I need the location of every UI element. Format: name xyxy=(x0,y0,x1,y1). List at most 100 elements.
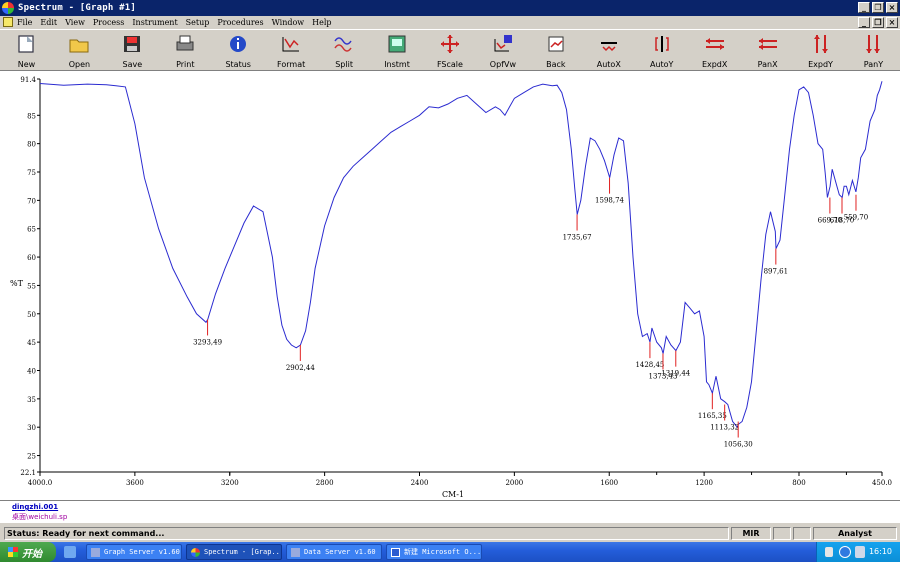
file-name-link[interactable]: dingzhi.001 xyxy=(12,503,58,511)
menu-help[interactable]: Help xyxy=(312,18,331,27)
pan-y-icon xyxy=(862,33,884,55)
y-tick-label: 22.1 xyxy=(20,469,36,477)
expand-x-icon xyxy=(704,33,726,55)
back-button[interactable]: Back xyxy=(529,30,582,70)
toolbar-label: PanY xyxy=(863,60,884,69)
x-tick-label: 450.0 xyxy=(872,479,892,487)
y-tick-label: 40 xyxy=(27,367,36,375)
y-tick-label: 65 xyxy=(27,226,36,234)
status-slot-1 xyxy=(773,527,791,540)
task-label: Spectrum - [Grap... xyxy=(204,548,282,556)
x-tick-label: 2800 xyxy=(316,479,334,487)
toolbar-label: OpfVw xyxy=(489,60,517,69)
y-tick-label: 45 xyxy=(27,339,36,347)
show-desktop-icon[interactable] xyxy=(64,546,76,558)
pany-button[interactable]: PanY xyxy=(847,30,900,70)
format-button[interactable]: Format xyxy=(265,30,318,70)
status-slot-2 xyxy=(793,527,811,540)
fscale-button[interactable]: FScale xyxy=(424,30,477,70)
print-button[interactable]: Print xyxy=(159,30,212,70)
peak-label: 1165,35 xyxy=(698,412,727,420)
y-tick-label: 60 xyxy=(27,254,36,262)
peak-label: 1113,32 xyxy=(710,424,739,432)
open-folder-icon xyxy=(68,33,90,55)
task-graph-server[interactable]: Graph Server v1.60 xyxy=(86,544,182,560)
x-axis-title: CM-1 xyxy=(442,490,464,499)
toolbar-label: Save xyxy=(122,60,143,69)
status-text: Status: Ready for next command... xyxy=(4,527,729,540)
peak-label: 1735,67 xyxy=(563,234,592,242)
help-icon[interactable] xyxy=(839,546,851,558)
y-tick-label: 30 xyxy=(27,424,36,432)
window-icon xyxy=(291,547,300,557)
task-spectrum[interactable]: Spectrum - [Grap... xyxy=(186,544,282,560)
x-tick-label: 2400 xyxy=(411,479,429,487)
menu-process[interactable]: Process xyxy=(93,18,124,27)
menu-setup[interactable]: Setup xyxy=(186,18,210,27)
y-tick-label: 25 xyxy=(27,453,36,461)
x-tick-label: 4000.0 xyxy=(28,479,53,487)
split-button[interactable]: Split xyxy=(318,30,371,70)
open-button[interactable]: Open xyxy=(53,30,106,70)
save-button[interactable]: Save xyxy=(106,30,159,70)
taskbar: 开始 Graph Server v1.60 Spectrum - [Grap..… xyxy=(0,542,900,562)
x-tick-label: 3600 xyxy=(126,479,144,487)
start-button[interactable]: 开始 xyxy=(0,542,56,562)
split-icon xyxy=(333,33,355,55)
menu-instrument[interactable]: Instrument xyxy=(132,18,177,27)
full-scale-icon xyxy=(439,33,461,55)
info-icon xyxy=(227,33,249,55)
doc-minimize-button[interactable]: _ xyxy=(858,17,870,28)
menu-file[interactable]: File xyxy=(17,18,32,27)
task-data-server[interactable]: Data Server v1.60 xyxy=(286,544,382,560)
toolbar-label: New xyxy=(17,60,36,69)
toolbar-label: ExpdY xyxy=(808,60,833,69)
x-tick-label: 2000 xyxy=(505,479,523,487)
y-tick-label: 55 xyxy=(27,282,36,290)
autox-button[interactable]: AutoX xyxy=(582,30,635,70)
toolbar-label: Instmt xyxy=(384,60,410,69)
spectrum-app-icon xyxy=(2,2,14,14)
doc-restore-button[interactable]: ❐ xyxy=(872,17,884,28)
task-label: 新建 Microsoft O... xyxy=(404,548,482,556)
user-role: Analyst xyxy=(813,527,897,540)
doc-close-button[interactable]: × xyxy=(886,17,898,28)
restore-button[interactable]: ❐ xyxy=(872,2,884,13)
spectrum-chart: 91.4 85 80 75 70 65 60 55 50 45 40 35 30 25 22.1 4000.0… xyxy=(10,76,892,499)
title-bar: Spectrum - [Graph #1] _ ❐ × xyxy=(0,0,900,16)
spectrum-plot[interactable]: 91.4 85 80 75 70 65 60 55 50 45 40 35 30 25 22.1 4000.0… xyxy=(0,71,900,500)
minimize-button[interactable]: _ xyxy=(858,2,870,13)
y-tick-label: 85 xyxy=(27,112,36,120)
new-button[interactable]: New xyxy=(0,30,53,70)
auto-y-icon xyxy=(651,33,673,55)
tray-arrow-icon[interactable] xyxy=(825,547,833,557)
clock: 16:10 xyxy=(868,547,892,556)
toolbar-label: Split xyxy=(335,60,353,69)
toolbar: New Open Save Print Status Format Split Instmt F… xyxy=(0,29,900,71)
task-word-doc[interactable]: 新建 Microsoft O... xyxy=(386,544,482,560)
autoy-button[interactable]: AutoY xyxy=(635,30,688,70)
window-icon xyxy=(91,547,100,557)
close-button[interactable]: × xyxy=(886,2,898,13)
menu-view[interactable]: View xyxy=(65,18,85,27)
panx-button[interactable]: PanX xyxy=(741,30,794,70)
instmt-button[interactable]: Instmt xyxy=(371,30,424,70)
status-button[interactable]: Status xyxy=(212,30,265,70)
expdy-button[interactable]: ExpdY xyxy=(794,30,847,70)
toolbar-label: Status xyxy=(225,60,251,69)
volume-icon[interactable] xyxy=(855,546,865,558)
y-axis-title: %T xyxy=(10,279,24,288)
menu-window[interactable]: Window xyxy=(272,18,305,27)
toolbar-label: AutoY xyxy=(649,60,674,69)
expdx-button[interactable]: ExpdX xyxy=(688,30,741,70)
auto-x-icon xyxy=(598,33,620,55)
menu-procedures[interactable]: Procedures xyxy=(217,18,263,27)
menu-edit[interactable]: Edit xyxy=(40,18,57,27)
opfvw-button[interactable]: OpfVw xyxy=(476,30,529,70)
y-tick-label: 70 xyxy=(27,197,36,205)
overlay-view-icon xyxy=(492,33,514,55)
document-icon[interactable] xyxy=(3,17,13,27)
window-title: Spectrum - [Graph #1] xyxy=(18,3,136,13)
peak-label: 897,61 xyxy=(764,268,789,276)
peak-label: 2902,44 xyxy=(286,364,315,372)
